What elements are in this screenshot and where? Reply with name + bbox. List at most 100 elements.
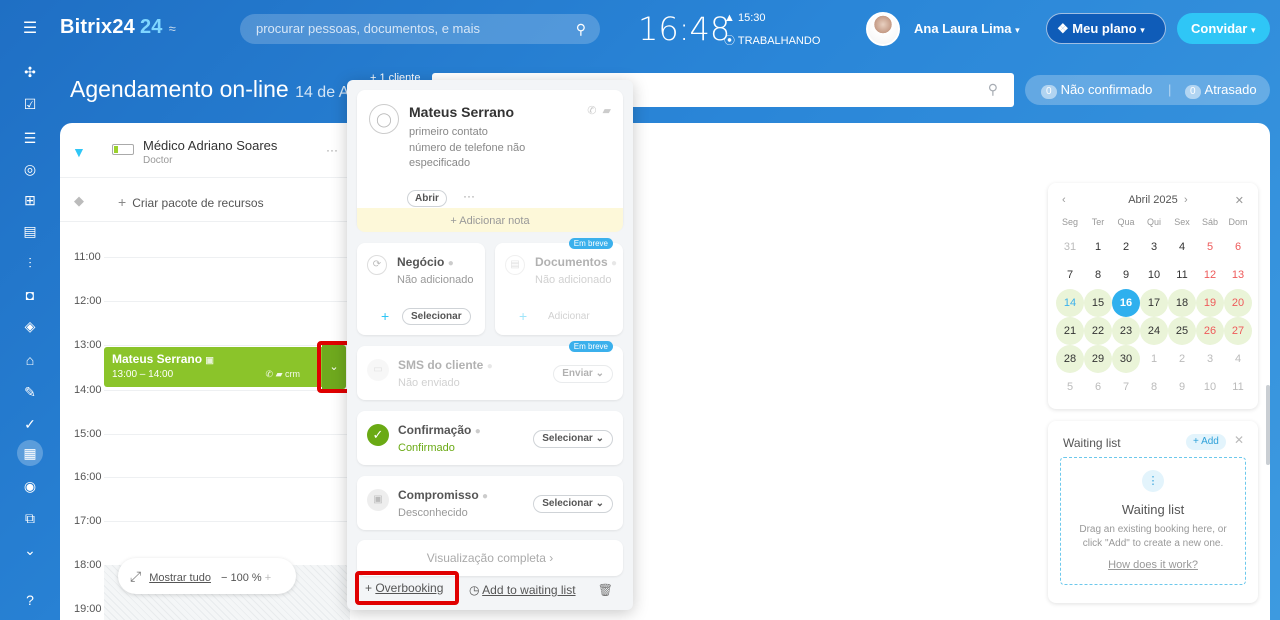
zoom-minus[interactable]: −	[221, 572, 227, 584]
booking-calendar-icon[interactable]: ▦	[17, 440, 43, 466]
calendar-day[interactable]: 13	[1224, 261, 1252, 289]
calendar-day[interactable]: 11	[1168, 261, 1196, 289]
calendar-day[interactable]: 8	[1140, 373, 1168, 401]
work-time[interactable]: ▲ 15:30	[724, 12, 765, 24]
search-icon[interactable]: ⚲	[576, 14, 586, 44]
gear-icon[interactable]: ◉	[20, 476, 40, 496]
tasks-icon[interactable]: ☑	[20, 94, 40, 114]
more-icon[interactable]: ⌄	[20, 540, 40, 560]
calendar-day[interactable]: 9	[1168, 373, 1196, 401]
building-icon[interactable]: ⌂	[20, 350, 40, 370]
add-to-waiting-list-button[interactable]: ◷ Add to waiting list	[469, 577, 576, 603]
calendar-day[interactable]: 27	[1224, 317, 1252, 345]
analytics-icon[interactable]: ⫶	[20, 253, 40, 273]
collapse-icon[interactable]: ✕	[1235, 194, 1244, 207]
calendar-day[interactable]: 8	[1084, 261, 1112, 289]
checklist-icon[interactable]: ✓	[20, 414, 40, 434]
more-icon[interactable]: ···	[326, 143, 338, 157]
menu-icon[interactable]: ☰	[20, 19, 40, 39]
phone-icon[interactable]: ✆	[587, 105, 596, 117]
box-icon[interactable]: ◈	[20, 316, 40, 336]
calendar-day[interactable]: 30	[1112, 345, 1140, 373]
calendar-day[interactable]: 11	[1224, 373, 1252, 401]
calendar-day[interactable]: 4	[1168, 233, 1196, 261]
calendar-day[interactable]: 12	[1196, 261, 1224, 289]
help-icon[interactable]: ●	[448, 258, 454, 269]
activity-icon[interactable]: ✣	[20, 62, 40, 82]
calendar-day[interactable]: 21	[1056, 317, 1084, 345]
chat-icon[interactable]: ▰	[276, 369, 283, 379]
cart-icon[interactable]: ⊞	[20, 190, 40, 210]
resource-name[interactable]: Médico Adriano Soares	[143, 138, 277, 153]
calendar-day[interactable]: 19	[1196, 289, 1224, 317]
chevron-right-icon[interactable]: ›	[1184, 194, 1188, 206]
trash-icon[interactable]: 🗑	[598, 577, 613, 603]
calendar-day[interactable]: 3	[1140, 233, 1168, 261]
help-icon[interactable]: ?	[20, 590, 40, 610]
expand-icon[interactable]: ⤢	[130, 568, 141, 584]
more-icon[interactable]: ···	[463, 189, 475, 203]
calendar-day[interactable]: 28	[1056, 345, 1084, 373]
switch-icon[interactable]: ≈	[169, 21, 176, 36]
calendar-day[interactable]: 26	[1196, 317, 1224, 345]
calendar-day[interactable]: 14	[1056, 289, 1084, 317]
chevron-left-icon[interactable]: ‹	[1062, 194, 1066, 206]
unconfirmed-filter[interactable]: Não confirmado	[1061, 82, 1153, 97]
plan-button[interactable]: ❖ Meu plano ▾	[1046, 13, 1166, 44]
calendar-day[interactable]: 3	[1196, 345, 1224, 373]
apps-icon[interactable]: ⧉	[20, 508, 40, 528]
invite-button[interactable]: Convidar ▾	[1177, 13, 1270, 44]
booking-block[interactable]: Mateus Serrano ▣ 13:00 – 14:00 ✆ ▰ crm	[104, 347, 346, 387]
contact-card-icon[interactable]: ▤	[20, 221, 40, 241]
calendar-day[interactable]: 7	[1112, 373, 1140, 401]
user-menu[interactable]: Ana Laura Lima ▾	[914, 21, 1020, 36]
visit-select-button[interactable]: Selecionar ⌄	[533, 495, 613, 513]
robot-icon[interactable]: ◘	[20, 285, 40, 305]
open-button[interactable]: Abrir	[407, 190, 447, 207]
calendar-day[interactable]: 6	[1224, 233, 1252, 261]
calendar-day[interactable]: 7	[1056, 261, 1084, 289]
help-icon[interactable]: ●	[482, 491, 488, 502]
calendar-day[interactable]: 16	[1112, 289, 1140, 317]
help-icon[interactable]: ●	[487, 361, 493, 372]
target-icon[interactable]: ◎	[20, 159, 40, 179]
search-icon[interactable]: ⚲	[988, 81, 998, 98]
add-note-button[interactable]: + Adicionar nota	[357, 208, 623, 232]
global-search-input[interactable]: procurar pessoas, documentos, e mais ⚲	[240, 14, 600, 44]
calendar-day[interactable]: 31	[1056, 233, 1084, 261]
calendar-day[interactable]: 1	[1140, 345, 1168, 373]
phone-icon[interactable]: ✆	[266, 369, 274, 379]
waiting-drop-zone[interactable]: ⋮ Waiting list Drag an existing booking …	[1060, 457, 1246, 585]
confirmation-select-button[interactable]: Selecionar ⌄	[533, 430, 613, 448]
help-icon[interactable]: ●	[475, 426, 481, 437]
calendar-day[interactable]: 10	[1140, 261, 1168, 289]
calendar-day[interactable]: 17	[1140, 289, 1168, 317]
create-package-button[interactable]: + Criar pacote de recursos	[118, 194, 264, 210]
calendar-day[interactable]: 4	[1224, 345, 1252, 373]
filter-icon[interactable]: ☰	[20, 128, 40, 148]
calendar-day[interactable]: 5	[1056, 373, 1084, 401]
scrollbar[interactable]	[1266, 385, 1270, 465]
calendar-day[interactable]: 10	[1196, 373, 1224, 401]
calendar-day[interactable]: 6	[1084, 373, 1112, 401]
sign-icon[interactable]: ✎	[20, 382, 40, 402]
calendar-day[interactable]: 22	[1084, 317, 1112, 345]
logo[interactable]: Bitrix24 24 ≈	[60, 16, 176, 39]
calendar-day[interactable]: 2	[1112, 233, 1140, 261]
calendar-day[interactable]: 20	[1224, 289, 1252, 317]
zoom-plus[interactable]: +	[265, 572, 271, 584]
help-icon[interactable]: ●	[611, 258, 617, 269]
calendar-day[interactable]: 15	[1084, 289, 1112, 317]
calendar-day[interactable]: 5	[1196, 233, 1224, 261]
plus-icon[interactable]: +	[381, 308, 389, 324]
user-avatar[interactable]	[866, 12, 900, 46]
deal-select-button[interactable]: Selecionar	[402, 308, 471, 325]
calendar-day[interactable]: 9	[1112, 261, 1140, 289]
calendar-day[interactable]: 25	[1168, 317, 1196, 345]
calendar-day[interactable]: 18	[1168, 289, 1196, 317]
work-status[interactable]: ⦿ TRABALHANDO	[724, 32, 820, 48]
overbooking-button[interactable]: + Overbooking	[355, 571, 459, 605]
show-all-link[interactable]: Mostrar tudo	[149, 572, 211, 584]
chat-icon[interactable]: ▰	[603, 105, 611, 117]
collapse-icon[interactable]: ✕	[1234, 433, 1244, 447]
